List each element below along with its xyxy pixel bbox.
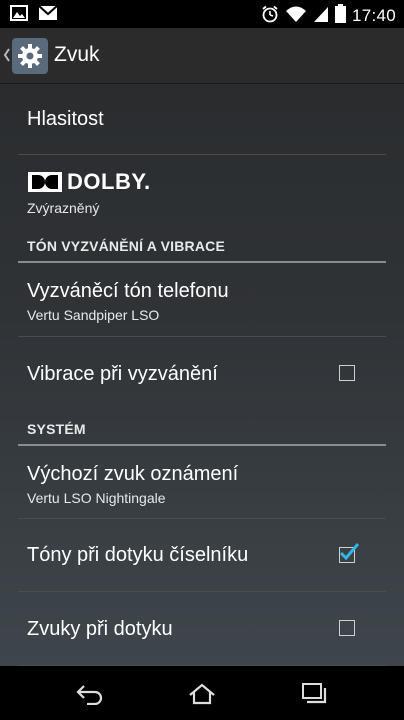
- notification-title: Výchozí zvuk oznámení: [27, 463, 239, 485]
- ringtone-subtitle: Vertu Sandpiper LSO: [27, 307, 160, 323]
- section-header-ringtone: TÓN VYZVÁNĚNÍ A VIBRACE: [27, 238, 226, 254]
- touch-sounds-title: Zvuky při dotyku: [27, 618, 173, 640]
- back-icon[interactable]: [60, 678, 120, 710]
- dolby-double-d-icon: [28, 172, 62, 192]
- volume-title: Hlasitost: [27, 108, 104, 130]
- battery-icon: [334, 4, 346, 28]
- volume-item[interactable]: Hlasitost: [0, 84, 404, 154]
- navigation-bar: [0, 666, 404, 720]
- vibrate-checkbox[interactable]: [339, 365, 355, 381]
- ringtone-title: Vyzváněcí tón telefonu: [27, 280, 229, 302]
- checkmark-icon: [339, 543, 360, 561]
- notification-sound-item[interactable]: Výchozí zvuk oznámení Vertu LSO Nighting…: [0, 447, 404, 519]
- email-notification-icon: [38, 5, 58, 26]
- page-title: Zvuk: [54, 43, 100, 66]
- dolby-logo: DOLBY.: [28, 169, 151, 195]
- section-header-system: SYSTÉM: [27, 421, 86, 437]
- settings-gear-icon[interactable]: [12, 38, 48, 74]
- wifi-icon: [285, 5, 307, 28]
- vibrate-title: Vibrace při vyzvánění: [27, 363, 218, 385]
- dolby-item[interactable]: DOLBY. Zvýrazněný: [0, 155, 404, 233]
- settings-list: Hlasitost DOLBY. Zvýrazněný TÓN VYZVÁNĚN…: [0, 84, 404, 666]
- vibrate-item[interactable]: Vibrace při vyzvánění: [0, 337, 404, 411]
- dialpad-tones-item[interactable]: Tóny při dotyku číselníku: [0, 519, 404, 591]
- dialpad-tones-checkbox[interactable]: [339, 543, 360, 563]
- status-clock: 17:40: [351, 6, 396, 25]
- status-bar: 17:40: [0, 0, 404, 28]
- alarm-icon: [261, 5, 279, 28]
- touch-sounds-item[interactable]: Zvuky při dotyku: [0, 592, 404, 666]
- section-divider: [18, 444, 386, 446]
- ringtone-item[interactable]: Vyzváněcí tón telefonu Vertu Sandpiper L…: [0, 264, 404, 336]
- dolby-subtitle: Zvýrazněný: [27, 200, 100, 216]
- touch-sounds-checkbox[interactable]: [339, 620, 355, 636]
- recent-apps-icon[interactable]: [284, 678, 344, 710]
- chevron-left-icon[interactable]: [3, 47, 11, 68]
- signal-icon: [313, 5, 329, 28]
- section-divider: [18, 261, 386, 263]
- home-icon[interactable]: [172, 678, 232, 710]
- notification-subtitle: Vertu LSO Nightingale: [27, 490, 166, 506]
- dialpad-tones-title: Tóny při dotyku číselníku: [27, 544, 249, 566]
- action-bar: Zvuk: [0, 28, 404, 84]
- dolby-logo-text: DOLBY.: [67, 169, 151, 194]
- gallery-notification-icon: [10, 5, 28, 26]
